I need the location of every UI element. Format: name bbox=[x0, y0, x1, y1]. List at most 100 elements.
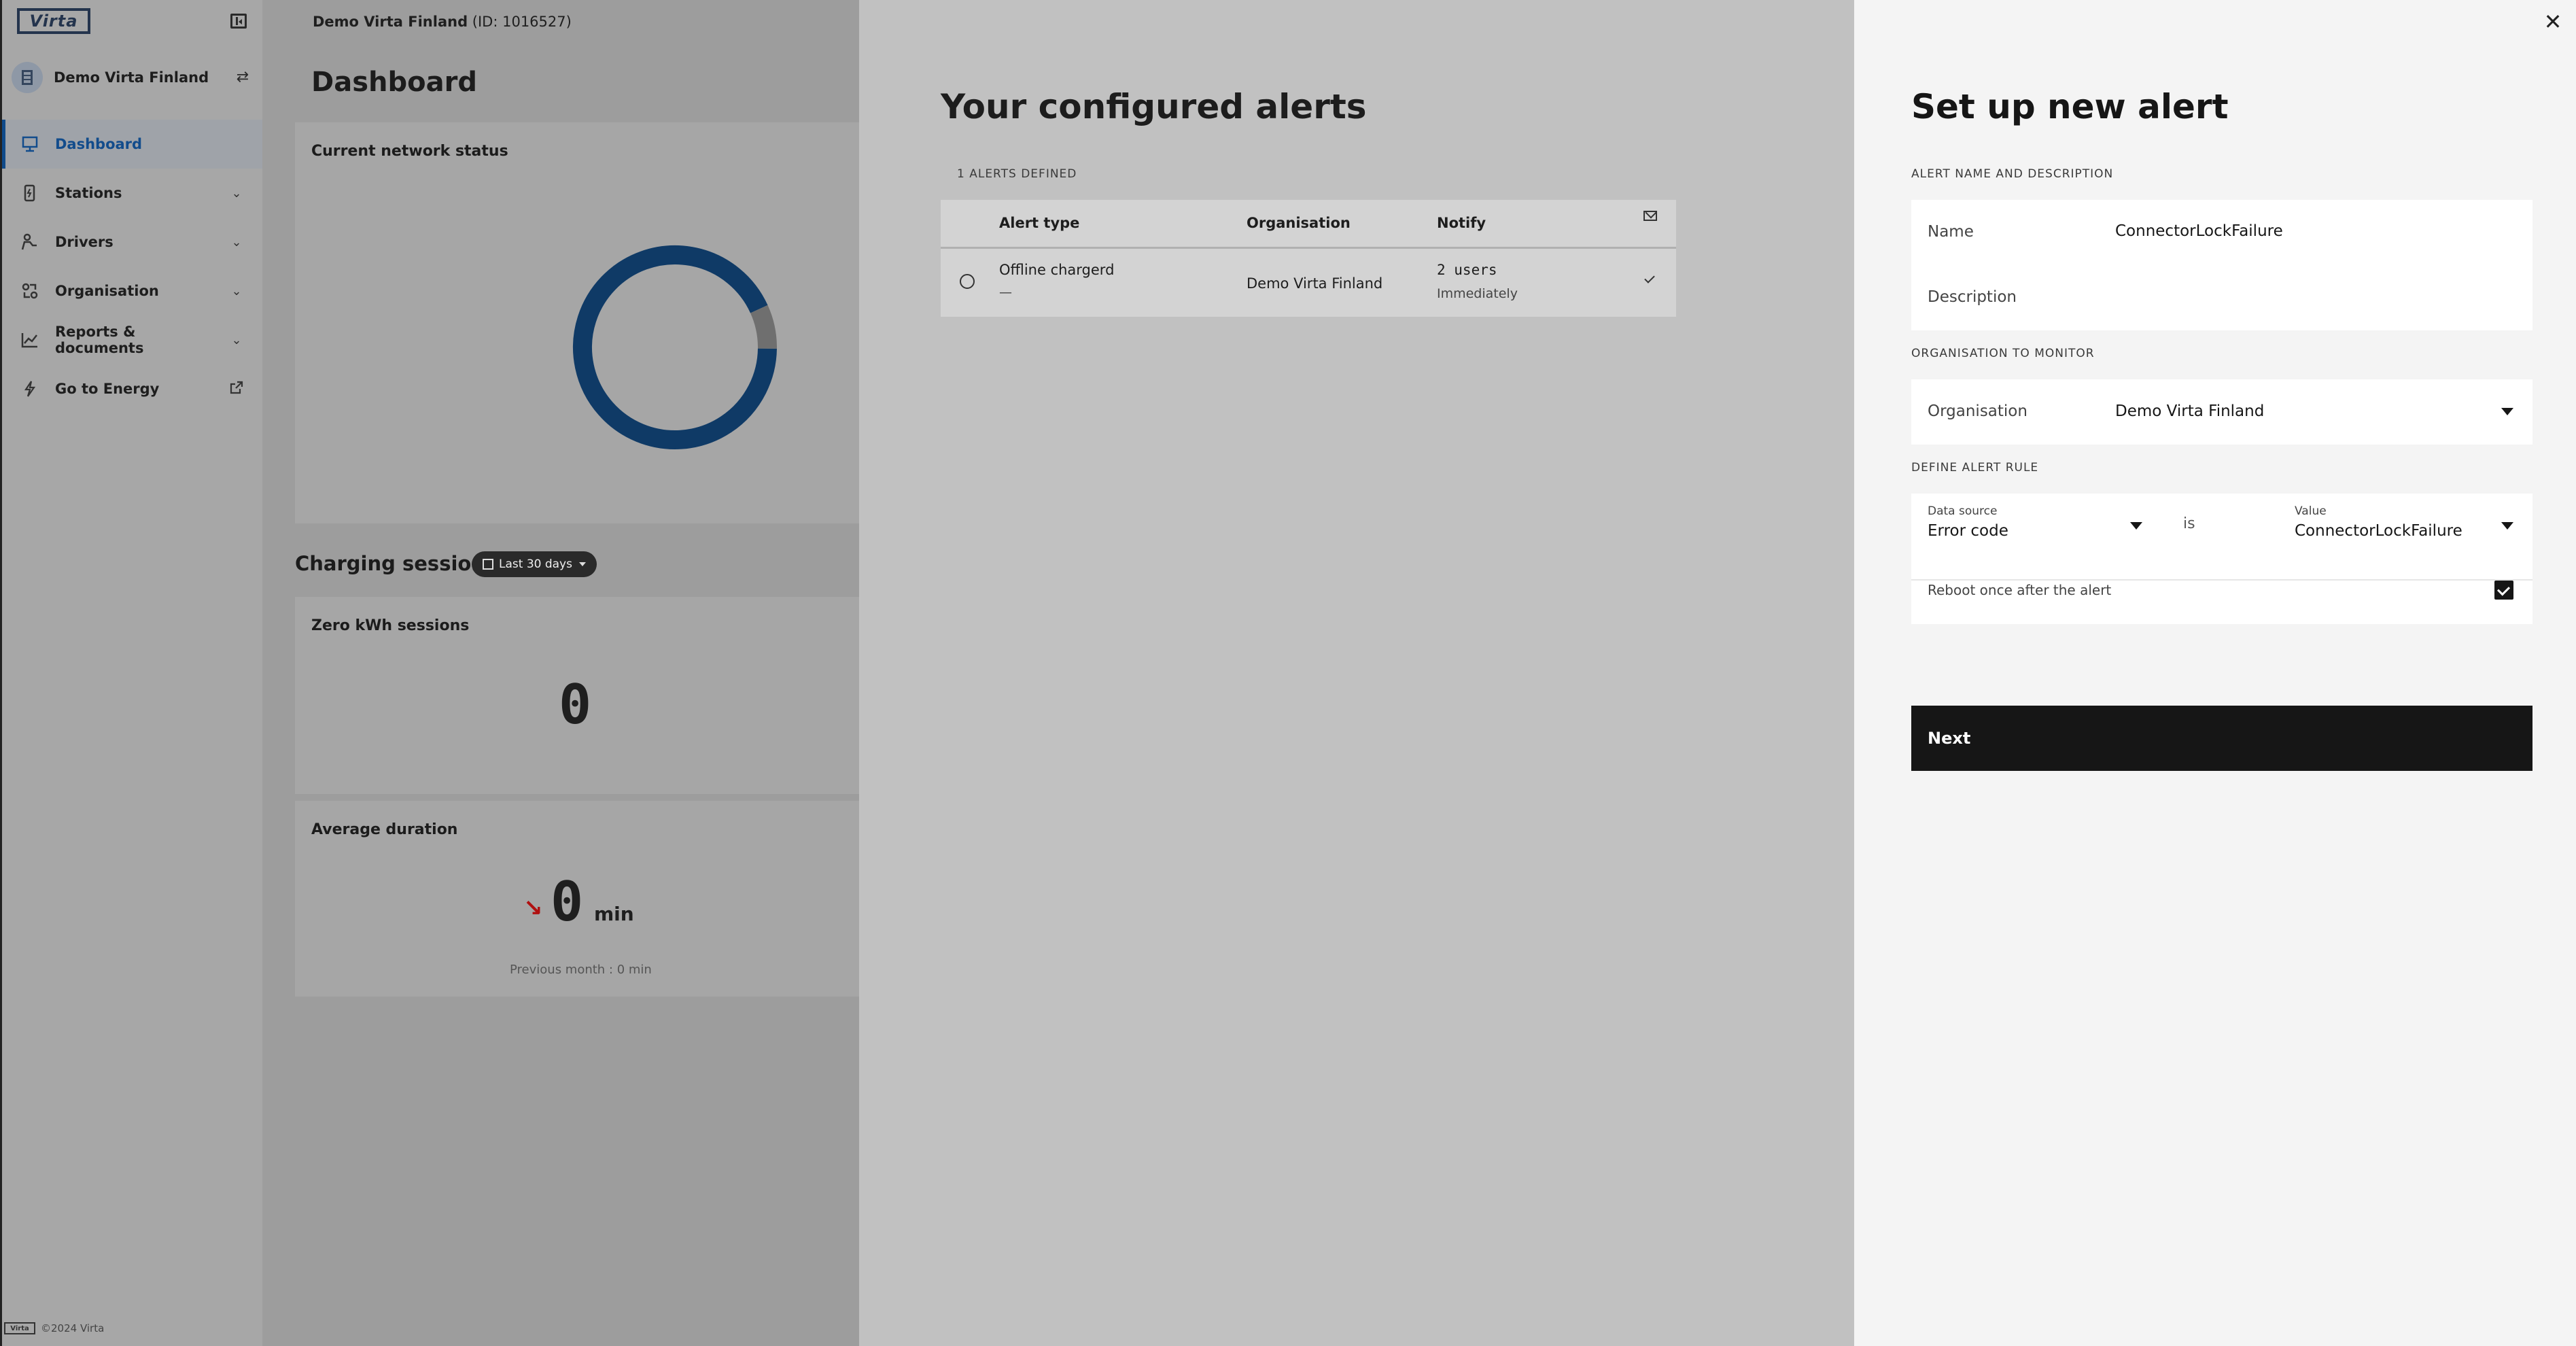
virta-logo[interactable]: Virta bbox=[17, 8, 90, 34]
org-name: Demo Virta Finland bbox=[54, 69, 209, 86]
charging-sessions-title: Charging sessions bbox=[295, 552, 498, 575]
previous-month-text: Previous month : 0 min bbox=[510, 963, 652, 977]
swap-icon[interactable]: ⇄ bbox=[234, 69, 251, 86]
station-icon bbox=[20, 183, 40, 203]
alerts-table: Alert type Organisation Notify Offline c… bbox=[941, 200, 1676, 317]
section-label-org: ORGANISATION TO MONITOR bbox=[1911, 347, 2095, 360]
sidebar-nav: Dashboard Stations ⌄ Drivers ⌄ Organisat… bbox=[2, 120, 264, 413]
data-source-label: Data source bbox=[1928, 504, 1998, 518]
zero-kwh-card: Zero kWh sessions 0 bbox=[295, 597, 859, 794]
trend-down-icon: ↘ bbox=[523, 895, 543, 922]
caret-down-icon bbox=[578, 562, 586, 566]
rule-divider bbox=[1911, 579, 2533, 581]
collapse-sidebar-icon[interactable] bbox=[230, 14, 247, 29]
breadcrumb-id: (ID: 1016527) bbox=[472, 14, 572, 30]
configured-alerts-panel: Your configured alerts 1 ALERTS DEFINED … bbox=[859, 0, 1854, 1346]
section-label-name: ALERT NAME AND DESCRIPTION bbox=[1911, 167, 2114, 181]
caret-down-icon bbox=[2501, 522, 2513, 530]
value-label: Value bbox=[2295, 504, 2327, 518]
donut-segment-0 bbox=[573, 245, 777, 449]
sidebar-item-go-to-energy[interactable]: Go to Energy bbox=[2, 364, 264, 413]
sidebar-item-label: Stations bbox=[55, 185, 122, 201]
sidebar-item-label: Dashboard bbox=[55, 136, 143, 152]
dashboard-icon bbox=[20, 134, 40, 154]
row-select-radio[interactable] bbox=[960, 274, 975, 289]
table-header: Alert type Organisation Notify bbox=[941, 200, 1676, 249]
organisation-icon bbox=[20, 281, 40, 301]
alerts-count: 1 ALERTS DEFINED bbox=[957, 167, 1077, 181]
sidebar-item-reports[interactable]: Reports & documents ⌄ bbox=[2, 315, 264, 364]
reboot-label: Reboot once after the alert bbox=[1928, 582, 2112, 598]
sidebar-item-label: Organisation bbox=[55, 283, 159, 299]
name-description-box: Name Description bbox=[1911, 200, 2533, 330]
organisation-select[interactable]: Organisation Demo Virta Finland bbox=[1911, 379, 2533, 445]
setup-title: Set up new alert bbox=[1911, 87, 2229, 126]
chart-icon bbox=[20, 330, 40, 350]
org-avatar bbox=[12, 62, 43, 93]
date-range-dropdown[interactable]: Last 30 days bbox=[472, 551, 597, 577]
zero-kwh-value: 0 bbox=[559, 673, 592, 736]
sidebar-item-stations[interactable]: Stations ⌄ bbox=[2, 169, 264, 218]
alerts-title: Your configured alerts bbox=[941, 87, 1367, 126]
copyright-text: ©2024 Virta bbox=[41, 1322, 105, 1334]
column-header-organisation[interactable]: Organisation bbox=[1247, 215, 1351, 231]
data-source-select[interactable]: Data source Error code bbox=[1911, 494, 2170, 579]
sidebar-item-dashboard[interactable]: Dashboard bbox=[2, 120, 264, 169]
sidebar: Virta Demo Virta Finland ⇄ Dashboard Sta… bbox=[0, 0, 264, 1346]
date-range-label: Last 30 days bbox=[499, 557, 572, 571]
table-row[interactable]: Offline chargerd — Demo Virta Finland 2 … bbox=[941, 251, 1676, 317]
caret-down-icon bbox=[2501, 408, 2513, 415]
calendar-icon bbox=[483, 559, 493, 570]
card-title: Zero kWh sessions bbox=[311, 617, 470, 634]
sidebar-item-label: Reports & documents bbox=[55, 324, 144, 356]
section-label-rule: DEFINE ALERT RULE bbox=[1911, 461, 2039, 474]
breadcrumb: Demo Virta Finland (ID: 1016527) bbox=[313, 14, 572, 30]
organisation-cell: Demo Virta Finland bbox=[1247, 275, 1383, 292]
alert-type-sub: — bbox=[999, 285, 1012, 300]
network-status-card: Current network status bbox=[295, 122, 859, 523]
data-source-value: Error code bbox=[1928, 522, 2008, 540]
alert-rule-box: Data source Error code is Value Connecto… bbox=[1911, 494, 2533, 624]
breadcrumb-org: Demo Virta Finland bbox=[313, 14, 468, 30]
chevron-down-icon: ⌄ bbox=[231, 186, 242, 201]
card-title: Current network status bbox=[311, 143, 508, 160]
average-duration-unit: min bbox=[594, 903, 634, 925]
check-icon bbox=[1644, 273, 1655, 283]
value-select[interactable]: Value ConnectorLockFailure bbox=[2278, 494, 2533, 579]
sidebar-item-label: Go to Energy bbox=[55, 381, 160, 397]
reboot-checkbox[interactable] bbox=[2494, 581, 2513, 600]
close-icon[interactable]: ✕ bbox=[2541, 10, 2565, 34]
name-label: Name bbox=[1928, 223, 1974, 241]
sidebar-item-drivers[interactable]: Drivers ⌄ bbox=[2, 218, 264, 266]
description-label: Description bbox=[1928, 288, 2017, 306]
footer-logo: Virta bbox=[4, 1322, 35, 1334]
column-header-notify[interactable]: Notify bbox=[1437, 215, 1486, 231]
name-input[interactable] bbox=[2115, 216, 2509, 246]
chevron-down-icon: ⌄ bbox=[231, 332, 242, 347]
is-text: is bbox=[2183, 515, 2195, 532]
card-title: Average duration bbox=[311, 821, 458, 838]
notify-cell: 2 users bbox=[1437, 262, 1497, 278]
sidebar-footer: Virta ©2024 Virta bbox=[4, 1322, 104, 1334]
organisation-value: Demo Virta Finland bbox=[2115, 402, 2265, 420]
average-duration-card: Average duration ↘ 0 min Previous month … bbox=[295, 801, 859, 997]
email-icon bbox=[1643, 211, 1657, 221]
page-title: Dashboard bbox=[311, 67, 477, 98]
organisation-switcher[interactable]: Demo Virta Finland ⇄ bbox=[12, 57, 256, 98]
average-duration-value: 0 bbox=[551, 870, 584, 933]
value-value: ConnectorLockFailure bbox=[2295, 522, 2462, 540]
dashboard-main: Demo Virta Finland (ID: 1016527) Dashboa… bbox=[262, 0, 859, 1346]
description-input[interactable] bbox=[2115, 281, 2509, 311]
chevron-down-icon: ⌄ bbox=[231, 283, 242, 298]
caret-down-icon bbox=[2130, 522, 2142, 530]
organisation-label: Organisation bbox=[1928, 402, 2027, 420]
column-header-alert-type[interactable]: Alert type bbox=[999, 215, 1079, 231]
chevron-down-icon: ⌄ bbox=[231, 235, 242, 249]
setup-alert-panel: ✕ Set up new alert ALERT NAME AND DESCRI… bbox=[1854, 0, 2576, 1346]
alert-type-cell: Offline chargerd bbox=[999, 262, 1115, 278]
sidebar-item-organisation[interactable]: Organisation ⌄ bbox=[2, 266, 264, 315]
notify-timing: Immediately bbox=[1437, 286, 1518, 301]
next-button[interactable]: Next bbox=[1911, 706, 2533, 771]
building-icon bbox=[22, 70, 33, 85]
sidebar-item-label: Drivers bbox=[55, 234, 114, 250]
